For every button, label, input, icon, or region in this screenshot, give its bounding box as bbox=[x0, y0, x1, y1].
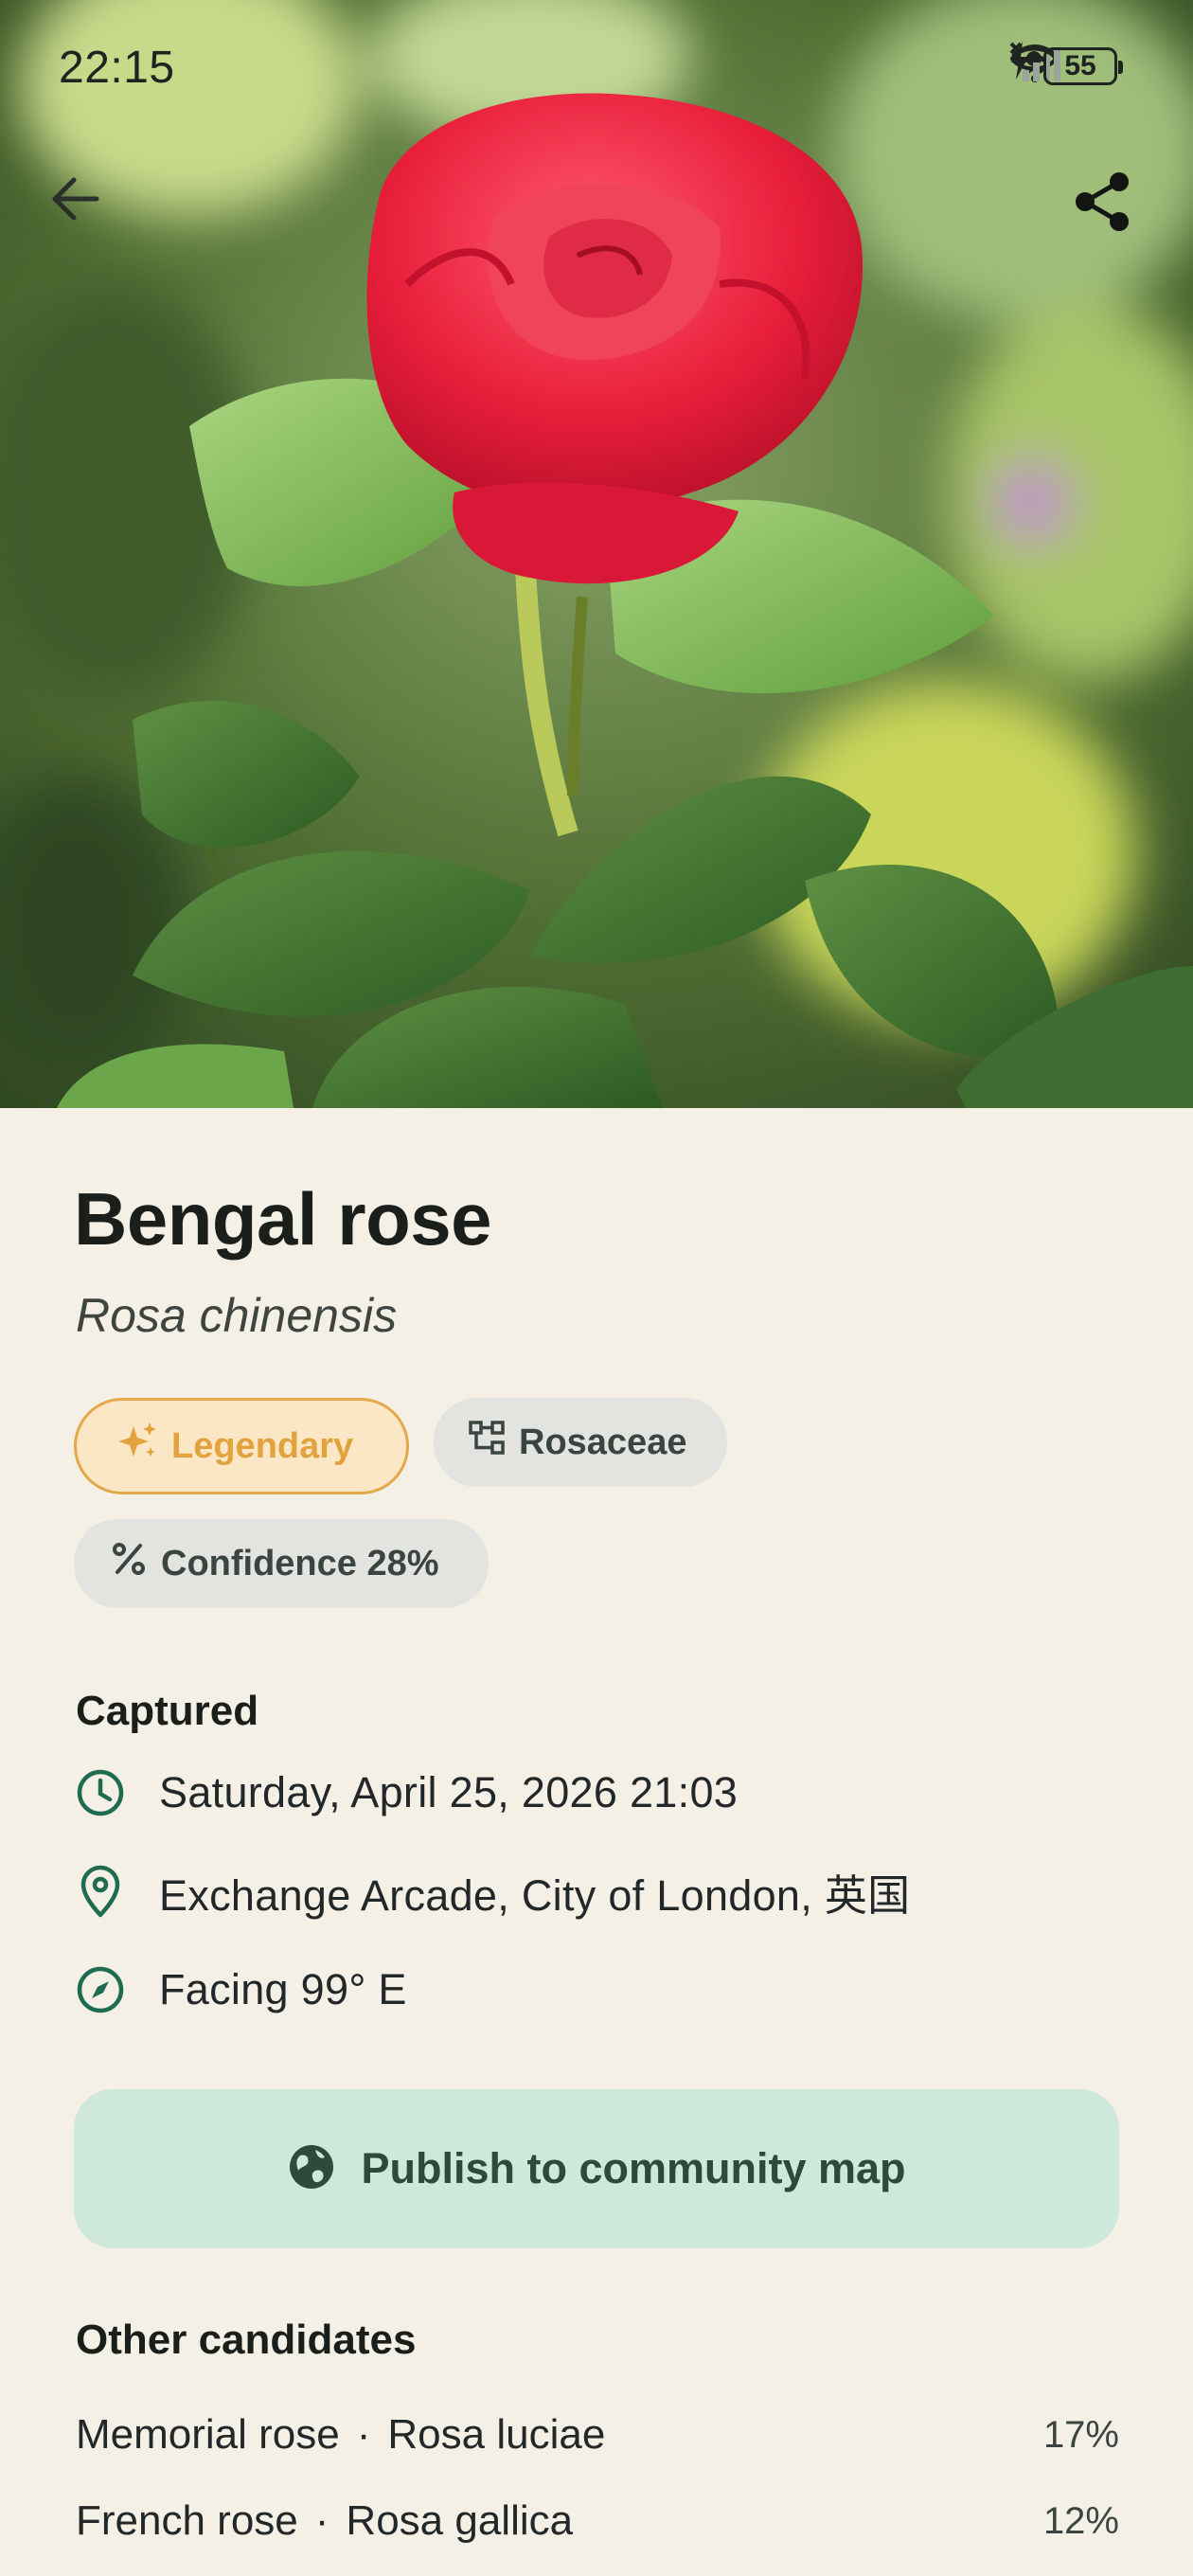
candidate-scientific-name: Rosa gallica bbox=[346, 2497, 574, 2544]
location-pin-icon bbox=[74, 1865, 127, 1918]
battery-icon: 55 bbox=[1043, 47, 1123, 85]
taxonomy-tree-icon bbox=[468, 1419, 506, 1466]
status-icons: 55 bbox=[1009, 42, 1136, 91]
candidate-scientific-name: Rosa luciae bbox=[387, 2411, 606, 2458]
scientific-name: Rosa chinensis bbox=[76, 1289, 398, 1342]
separator-dot: · bbox=[314, 2497, 329, 2544]
captured-facing: Facing 99° E bbox=[159, 1965, 407, 2013]
candidate-row[interactable]: French rose · Rosa gallica 12% bbox=[76, 2488, 1119, 2554]
candidate-row[interactable]: Memorial rose · Rosa luciae 17% bbox=[76, 2402, 1119, 2468]
candidate-common-name: Memorial rose bbox=[76, 2411, 340, 2458]
rose-photo-illustration bbox=[0, 0, 1193, 1108]
captured-location: Exchange Arcade, City of London, 英国 bbox=[159, 1870, 911, 1920]
family-chip[interactable]: Rosaceae bbox=[434, 1398, 727, 1487]
family-label: Rosaceae bbox=[519, 1422, 687, 1462]
candidate-common-name: French rose bbox=[76, 2497, 298, 2544]
confidence-chip[interactable]: Confidence 28% bbox=[74, 1519, 489, 1608]
plant-info: Bengal rose Rosa chinensis Legendary Ros… bbox=[0, 1108, 1193, 2576]
candidate-percent: 17% bbox=[1042, 2413, 1119, 2456]
status-bar: 22:15 55 bbox=[0, 0, 1193, 142]
battery-level: 55 bbox=[1064, 50, 1096, 81]
candidate-percent: 12% bbox=[1042, 2499, 1119, 2542]
publish-to-map-button[interactable]: Publish to community map bbox=[74, 2089, 1119, 2248]
globe-icon bbox=[287, 2142, 336, 2196]
other-candidates-heading: Other candidates bbox=[76, 2317, 417, 2363]
captured-location-row: Exchange Arcade, City of London, 英国 bbox=[74, 1858, 910, 1924]
back-button[interactable] bbox=[47, 170, 127, 250]
publish-label: Publish to community map bbox=[361, 2144, 906, 2192]
captured-facing-row: Facing 99° E bbox=[74, 1957, 407, 2023]
captured-datetime: Saturday, April 25, 2026 21:03 bbox=[159, 1768, 739, 1816]
separator-dot: · bbox=[356, 2411, 371, 2458]
compass-icon bbox=[74, 1963, 127, 2016]
plant-detail-screen: 22:15 55 Bengal rose Rosa chinensis Lege… bbox=[0, 0, 1193, 2576]
share-button[interactable] bbox=[1072, 170, 1151, 250]
common-name: Bengal rose bbox=[74, 1177, 491, 1261]
clock-icon bbox=[74, 1766, 127, 1819]
captured-datetime-row: Saturday, April 25, 2026 21:03 bbox=[74, 1760, 738, 1826]
plant-photo: 22:15 55 bbox=[0, 0, 1193, 1108]
status-time: 22:15 bbox=[59, 43, 175, 93]
sparkle-icon bbox=[116, 1421, 158, 1472]
confidence-label: Confidence 28% bbox=[161, 1543, 439, 1583]
captured-heading: Captured bbox=[76, 1688, 259, 1734]
rarity-label: Legendary bbox=[171, 1425, 354, 1466]
rarity-chip[interactable]: Legendary bbox=[74, 1398, 409, 1494]
percent-icon bbox=[110, 1540, 148, 1587]
